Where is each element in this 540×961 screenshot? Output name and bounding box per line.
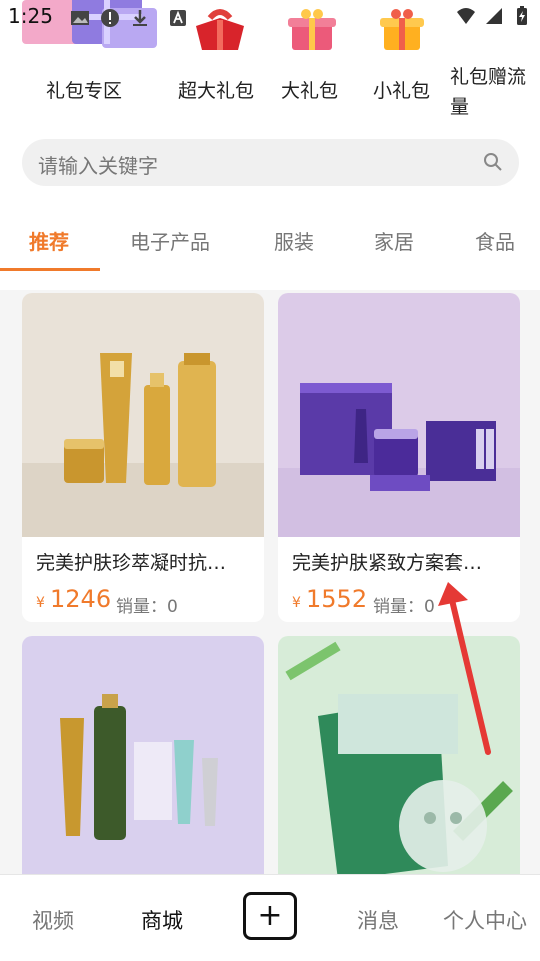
category-tabs: 推荐 电子产品 服装 家居 食品: [0, 214, 540, 272]
product-price: ¥ 1552: [292, 585, 367, 613]
category-label-line1: 礼包赠流: [450, 66, 527, 88]
product-image[interactable]: [278, 293, 520, 537]
notification-icons: [70, 8, 188, 28]
system-icons: [456, 6, 532, 26]
category-label: 大礼包: [281, 80, 339, 102]
nav-profile[interactable]: 个人中心: [443, 905, 527, 935]
add-button[interactable]: +: [243, 892, 297, 940]
status-time: 1:25: [8, 4, 53, 28]
currency-symbol: ¥: [36, 595, 45, 611]
price-value: 1246: [50, 585, 112, 613]
product-image[interactable]: [22, 636, 264, 880]
category-label-line2: 量: [450, 96, 470, 118]
search-input[interactable]: 请输入关键字: [38, 150, 158, 179]
product-title[interactable]: 完美护肤珍萃凝时抗…: [36, 548, 226, 575]
product-card[interactable]: [278, 636, 520, 896]
sales-count: 0: [167, 597, 178, 617]
product-image[interactable]: [22, 293, 264, 537]
tab-food[interactable]: 食品: [475, 226, 515, 255]
product-price: ¥ 1246: [36, 585, 111, 613]
product-sales: 销量：0: [373, 592, 435, 617]
translate-icon: [170, 10, 186, 26]
nav-mall[interactable]: 商城: [141, 905, 183, 935]
product-sales: 销量：0: [116, 592, 178, 617]
category-label: 超大礼包: [178, 80, 255, 102]
tab-clothing[interactable]: 服装: [274, 226, 314, 255]
tab-home[interactable]: 家居: [374, 226, 414, 255]
category-label: 礼包专区: [46, 80, 123, 102]
tab-electronics[interactable]: 电子产品: [130, 226, 210, 255]
battery-icon: [517, 6, 527, 25]
bottom-nav: 视频 商城 + 消息 个人中心: [0, 874, 540, 961]
sales-count: 0: [424, 597, 435, 617]
product-card[interactable]: 完美护肤紧致方案套… ¥ 1552 销量：0: [278, 293, 520, 622]
active-tab-indicator: [0, 268, 100, 271]
status-bar: 1:25: [0, 0, 540, 36]
download-icon: [133, 10, 147, 26]
image-notification-icon: [71, 11, 89, 25]
product-image[interactable]: [278, 636, 520, 880]
currency-symbol: ¥: [292, 595, 301, 611]
nav-video[interactable]: 视频: [32, 905, 74, 935]
product-card[interactable]: [22, 636, 264, 896]
tab-recommend[interactable]: 推荐: [29, 226, 69, 255]
price-value: 1552: [306, 585, 368, 613]
sales-label: 销量：: [373, 597, 424, 617]
product-title[interactable]: 完美护肤紧致方案套…: [292, 548, 482, 575]
category-label: 小礼包: [373, 80, 431, 102]
plus-icon: +: [257, 898, 283, 933]
alert-icon: [101, 9, 119, 27]
product-card[interactable]: 完美护肤珍萃凝时抗… ¥ 1246 销量：0: [22, 293, 264, 622]
search-bar[interactable]: 请输入关键字: [22, 139, 519, 186]
sales-label: 销量：: [116, 597, 167, 617]
signal-icon: [486, 8, 502, 24]
search-icon[interactable]: [483, 152, 503, 172]
nav-messages[interactable]: 消息: [357, 905, 399, 935]
wifi-icon: [457, 8, 475, 24]
